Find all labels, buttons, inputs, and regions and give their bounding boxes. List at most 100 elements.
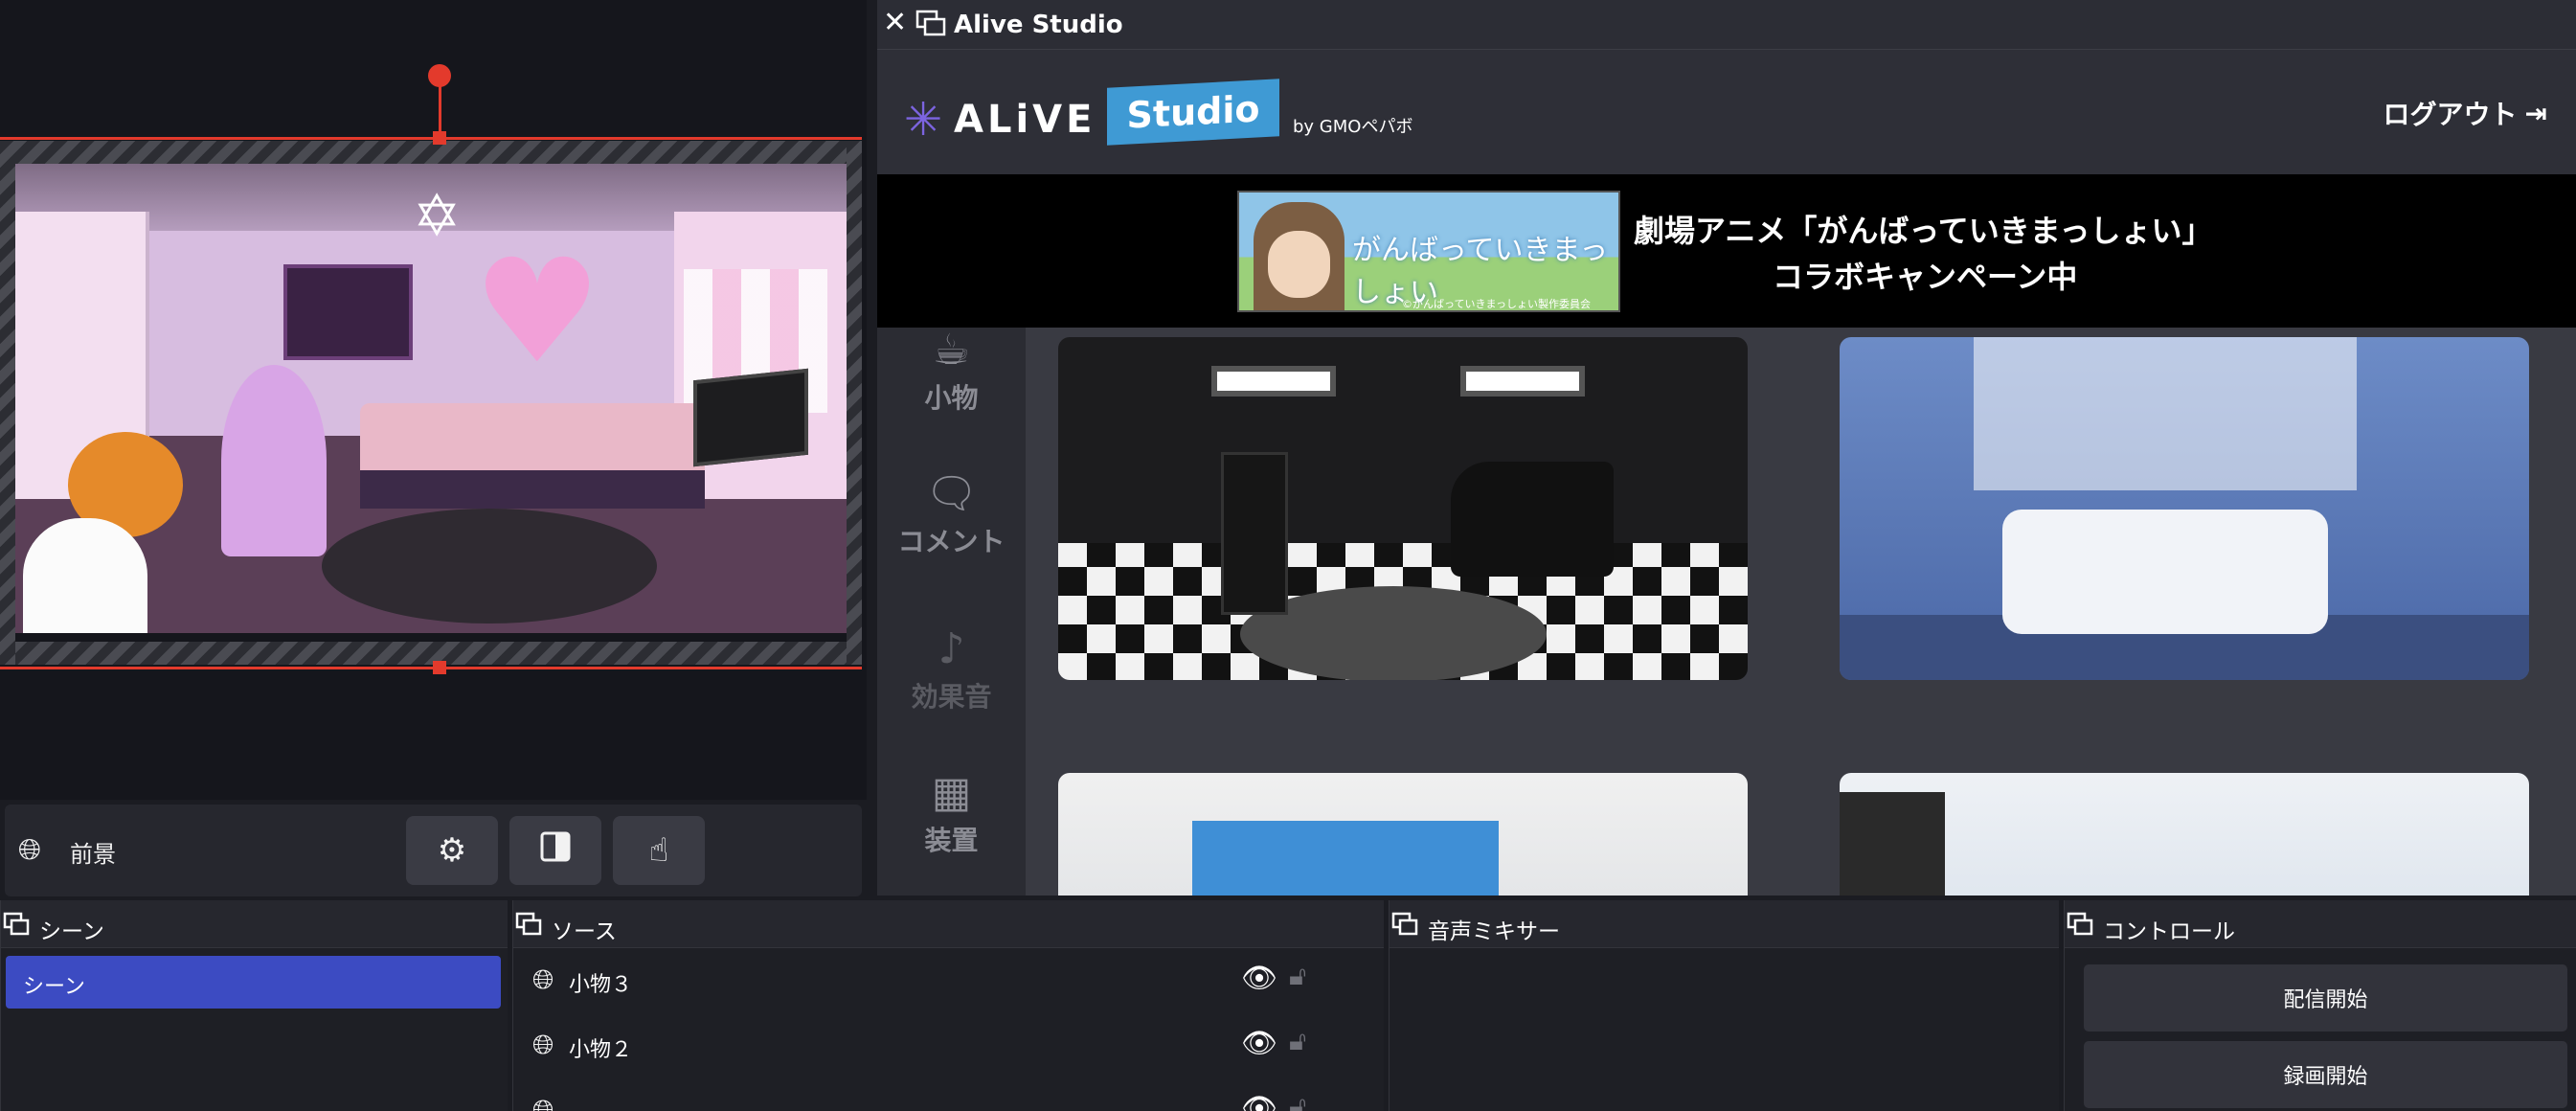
card-bed xyxy=(2002,510,2328,634)
window-icon xyxy=(1391,912,1418,936)
alive-logo-icon: ✳ xyxy=(904,93,943,147)
category-item-comment[interactable]: 🗨︎ コメント xyxy=(877,471,1026,559)
dock-header: ソース xyxy=(513,900,1384,948)
category-label: 効果音 xyxy=(911,681,992,713)
card-window xyxy=(1211,366,1336,397)
selection-bound-bottom xyxy=(0,667,862,669)
category-item-sound[interactable]: ♪ 効果音 xyxy=(877,626,1026,714)
category-label: 装置 xyxy=(924,825,979,856)
category-item-device[interactable]: ▦ 装置 xyxy=(877,770,1026,858)
lock-icon[interactable]: 🔓︎ xyxy=(1289,960,1306,992)
close-icon[interactable]: ✕ xyxy=(883,6,907,39)
category-label: コメント xyxy=(897,526,1006,557)
source-name: 小物２ xyxy=(569,1038,633,1062)
card-tv xyxy=(1840,792,1945,896)
eye-icon[interactable]: 👁︎ xyxy=(1241,1027,1277,1060)
interact-button[interactable]: ☝ xyxy=(613,816,705,885)
room-card[interactable] xyxy=(1840,337,2529,680)
widgets-icon: ▦ xyxy=(931,768,972,817)
source-toolbar: 🌐︎ 前景 ⚙ ☝ xyxy=(5,805,862,896)
globe-icon: 🌐︎ xyxy=(532,964,554,995)
dock-header: 音声ミキサー xyxy=(1390,900,2059,948)
star-lamp: ✡ xyxy=(413,183,462,250)
globe-icon: 🌐︎ xyxy=(532,1094,554,1111)
gear-icon: ⚙ xyxy=(437,831,467,870)
studio-titlebar: ✕ Alive Studio xyxy=(877,0,2576,50)
dock-title: シーン xyxy=(39,919,104,944)
start-streaming-button[interactable]: 配信開始 xyxy=(2084,964,2567,1032)
heart-window: ♥ xyxy=(472,229,602,396)
resize-handle-bottom[interactable] xyxy=(433,661,446,674)
scene-list-item[interactable]: シーン xyxy=(6,956,501,1009)
properties-button[interactable]: ⚙ xyxy=(406,816,498,885)
globe-icon: 🌐︎ xyxy=(18,833,41,867)
safe-area-stripe-left xyxy=(0,141,15,665)
dock-header: シーン xyxy=(1,900,508,948)
start-recording-button[interactable]: 録画開始 xyxy=(2084,1041,2567,1108)
category-label: 小物 xyxy=(924,382,979,414)
campaign-banner[interactable]: がんばっていきまっしょい ©がんばっていきまっしょい製作委員会 劇場アニメ「がん… xyxy=(877,174,2576,328)
logout-button[interactable]: ログアウト ⇥ xyxy=(2384,94,2547,132)
item-grid xyxy=(1026,328,2576,896)
card-piano xyxy=(1451,462,1614,577)
eye-icon[interactable]: 👁︎ xyxy=(1241,962,1277,995)
controls-dock: コントロール 配信開始 録画開始 xyxy=(2064,900,2576,1111)
banner-character-face xyxy=(1268,231,1330,298)
card-amp xyxy=(1221,452,1288,615)
pointer-hand-icon: ☝ xyxy=(648,831,669,870)
dock-title: コントロール xyxy=(2103,919,2235,944)
filters-button[interactable] xyxy=(509,816,601,885)
scene-dock: シーン シーン xyxy=(0,900,508,1111)
logo-by-text: by GMOペパボ xyxy=(1293,117,1413,137)
eye-icon[interactable]: 👁︎ xyxy=(1241,1092,1277,1111)
room-card[interactable] xyxy=(1840,773,2529,896)
card-curtain xyxy=(1974,337,2357,490)
audio-mixer-dock: 音声ミキサー xyxy=(1389,900,2059,1111)
campaign-banner-image: がんばっていきまっしょい ©がんばっていきまっしょい製作委員会 xyxy=(1237,191,1620,312)
source-list-item[interactable]: 🌐︎ 小物３ 👁︎ 🔓︎ xyxy=(513,948,1384,1011)
card-aquarium xyxy=(1192,821,1499,896)
lock-icon[interactable]: 🔓︎ xyxy=(1289,1025,1306,1057)
studio-header: ✳ ALiVE Studio by GMOペパボ ログアウト ⇥ xyxy=(877,50,2576,174)
dock-header: コントロール xyxy=(2065,900,2576,948)
lock-icon[interactable]: 🔓︎ xyxy=(1289,1090,1306,1111)
room-tv xyxy=(693,368,808,467)
category-item-props[interactable]: ☕︎ 小物 xyxy=(877,328,1026,416)
room-shelf xyxy=(283,264,413,360)
room-bed-frame xyxy=(360,470,705,509)
filter-icon xyxy=(539,830,572,872)
logo-studio-badge: Studio xyxy=(1107,79,1279,146)
room-card[interactable] xyxy=(1058,773,1748,896)
logout-icon: ⇥ xyxy=(2524,97,2547,129)
obs-app-window: ✡ ♥ 🌐︎ 前景 ⚙ ☝ ✕ Alive Studio ✳ ALiVE Stu… xyxy=(0,0,2576,1111)
source-name: 小物３ xyxy=(569,973,633,997)
scene-name: シーン xyxy=(23,975,85,999)
dock-title: ソース xyxy=(552,919,617,944)
alive-studio-window: ✕ Alive Studio ✳ ALiVE Studio by GMOペパボ … xyxy=(877,0,2576,896)
comment-icon: 🗨︎ xyxy=(924,469,979,518)
safe-area-stripe-right xyxy=(847,141,862,665)
room-macaron-tower xyxy=(221,365,327,556)
banner-image-copyright: ©がんばっていきまっしょい製作委員会 xyxy=(1402,298,1592,310)
music-note-icon: ♪ xyxy=(938,624,965,673)
window-icon xyxy=(2067,912,2093,936)
logo-alive-text: ALiVE xyxy=(954,98,1096,142)
room-card[interactable] xyxy=(1058,337,1748,680)
resize-handle-top[interactable] xyxy=(433,131,446,145)
source-dock: ソース 🌐︎ 小物３ 👁︎ 🔓︎ 🌐︎ 小物２ 👁︎ 🔓︎ 🌐︎ 👁︎ 🔓︎ xyxy=(512,900,1384,1111)
preview-canvas[interactable]: ✡ ♥ xyxy=(0,0,867,800)
banner-subheadline: コラボキャンペーン中 xyxy=(1773,259,2078,295)
safe-area-stripe-top xyxy=(0,141,862,164)
foreground-room-image[interactable]: ✡ ♥ xyxy=(15,164,847,633)
window-icon xyxy=(915,10,946,36)
room-rug xyxy=(322,509,657,624)
source-list-item[interactable]: 🌐︎ 👁︎ 🔓︎ xyxy=(513,1078,1384,1111)
globe-icon: 🌐︎ xyxy=(532,1029,554,1060)
logout-label: ログアウト xyxy=(2383,99,2518,130)
card-window xyxy=(1460,366,1585,397)
selected-source-label: 前景 xyxy=(70,841,116,868)
safe-area-stripe-bottom xyxy=(0,642,862,665)
source-list-item[interactable]: 🌐︎ 小物２ 👁︎ 🔓︎ xyxy=(513,1013,1384,1077)
window-icon xyxy=(515,912,542,936)
rotation-handle[interactable] xyxy=(428,64,451,87)
